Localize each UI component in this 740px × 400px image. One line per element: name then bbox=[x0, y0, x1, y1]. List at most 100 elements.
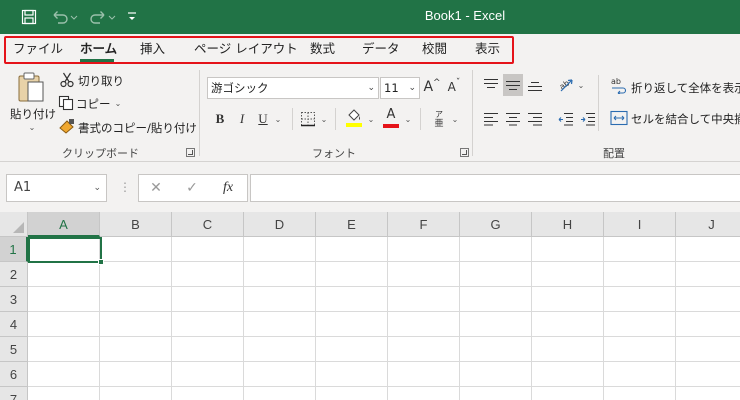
cell-h5[interactable] bbox=[532, 337, 604, 362]
cell-f1[interactable] bbox=[388, 237, 460, 262]
row-header-5[interactable]: 5 bbox=[0, 337, 28, 362]
cell-f6[interactable] bbox=[388, 362, 460, 387]
cell-a7[interactable] bbox=[28, 387, 100, 400]
cell-d2[interactable] bbox=[244, 262, 316, 287]
cut-label[interactable]: 切り取り bbox=[78, 73, 124, 89]
cell-b1[interactable] bbox=[100, 237, 172, 262]
align-center-icon[interactable] bbox=[503, 109, 523, 129]
fill-color-icon[interactable] bbox=[344, 107, 364, 129]
cell-c5[interactable] bbox=[172, 337, 244, 362]
cell-j5[interactable] bbox=[676, 337, 740, 362]
cell-e1[interactable] bbox=[316, 237, 388, 262]
column-header-e[interactable]: E bbox=[316, 212, 388, 237]
increase-indent-icon[interactable] bbox=[578, 109, 598, 129]
bold-button[interactable]: B bbox=[212, 110, 228, 128]
clipboard-launcher-icon[interactable] bbox=[186, 148, 195, 157]
cell-h4[interactable] bbox=[532, 312, 604, 337]
copy-icon[interactable] bbox=[58, 95, 74, 111]
cell-f2[interactable] bbox=[388, 262, 460, 287]
underline-button[interactable]: U bbox=[255, 110, 271, 128]
name-box[interactable]: A1 ⌄ bbox=[6, 174, 107, 202]
cell-h6[interactable] bbox=[532, 362, 604, 387]
tab-view[interactable]: 表示 bbox=[475, 34, 500, 63]
cancel-icon[interactable]: ✕ bbox=[143, 175, 169, 203]
wrap-text-icon[interactable]: ab bbox=[610, 76, 628, 94]
column-header-c[interactable]: C bbox=[172, 212, 244, 237]
phonetic-guide-icon[interactable]: ア 亜 bbox=[430, 108, 448, 130]
orientation-icon[interactable]: ab bbox=[556, 75, 576, 95]
tab-page-layout[interactable]: ページ レイアウト bbox=[194, 34, 298, 63]
format-painter-icon[interactable] bbox=[58, 118, 76, 134]
fill-color-dropdown-icon[interactable]: ⌄ bbox=[366, 112, 376, 126]
format-painter-label[interactable]: 書式のコピー/貼り付け bbox=[78, 120, 197, 136]
cell-c1[interactable] bbox=[172, 237, 244, 262]
cell-b5[interactable] bbox=[100, 337, 172, 362]
column-header-g[interactable]: G bbox=[460, 212, 532, 237]
cell-e6[interactable] bbox=[316, 362, 388, 387]
cell-j7[interactable] bbox=[676, 387, 740, 400]
column-header-d[interactable]: D bbox=[244, 212, 316, 237]
copy-label[interactable]: コピー bbox=[76, 96, 111, 112]
column-header-j[interactable]: J bbox=[676, 212, 740, 237]
column-header-h[interactable]: H bbox=[532, 212, 604, 237]
cell-b2[interactable] bbox=[100, 262, 172, 287]
cut-icon[interactable] bbox=[60, 72, 74, 88]
font-name-select[interactable]: 游ゴシック ⌄ bbox=[207, 77, 379, 99]
merge-center-icon[interactable] bbox=[610, 110, 628, 126]
cell-h3[interactable] bbox=[532, 287, 604, 312]
cell-f4[interactable] bbox=[388, 312, 460, 337]
cell-h7[interactable] bbox=[532, 387, 604, 400]
cell-d6[interactable] bbox=[244, 362, 316, 387]
paste-dropdown-icon[interactable]: ⌄ bbox=[26, 122, 38, 132]
cell-f5[interactable] bbox=[388, 337, 460, 362]
italic-button[interactable]: I bbox=[234, 110, 250, 128]
phonetic-dropdown-icon[interactable]: ⌄ bbox=[450, 112, 460, 126]
borders-icon[interactable] bbox=[299, 110, 317, 128]
decrease-indent-icon[interactable] bbox=[556, 109, 576, 129]
tab-review[interactable]: 校閲 bbox=[422, 34, 447, 63]
insert-function-icon[interactable]: fx bbox=[215, 175, 241, 203]
cell-j3[interactable] bbox=[676, 287, 740, 312]
cell-c7[interactable] bbox=[172, 387, 244, 400]
cell-d3[interactable] bbox=[244, 287, 316, 312]
column-header-a[interactable]: A bbox=[28, 212, 100, 237]
cell-c2[interactable] bbox=[172, 262, 244, 287]
cell-e5[interactable] bbox=[316, 337, 388, 362]
cell-e7[interactable] bbox=[316, 387, 388, 400]
cell-c3[interactable] bbox=[172, 287, 244, 312]
row-header-1[interactable]: 1 bbox=[0, 237, 28, 262]
cell-e3[interactable] bbox=[316, 287, 388, 312]
cell-f3[interactable] bbox=[388, 287, 460, 312]
cell-g3[interactable] bbox=[460, 287, 532, 312]
row-header-3[interactable]: 3 bbox=[0, 287, 28, 312]
font-size-select[interactable]: 11 ⌄ bbox=[380, 77, 420, 99]
cell-i4[interactable] bbox=[604, 312, 676, 337]
cell-j1[interactable] bbox=[676, 237, 740, 262]
row-header-6[interactable]: 6 bbox=[0, 362, 28, 387]
tab-file[interactable]: ファイル bbox=[13, 34, 63, 63]
tab-insert[interactable]: 挿入 bbox=[140, 34, 165, 63]
enter-icon[interactable]: ✓ bbox=[179, 175, 205, 203]
cell-g2[interactable] bbox=[460, 262, 532, 287]
column-header-i[interactable]: I bbox=[604, 212, 676, 237]
underline-dropdown-icon[interactable]: ⌄ bbox=[273, 112, 283, 126]
cell-i2[interactable] bbox=[604, 262, 676, 287]
paste-icon[interactable] bbox=[14, 70, 48, 104]
cell-i5[interactable] bbox=[604, 337, 676, 362]
cell-d1[interactable] bbox=[244, 237, 316, 262]
cell-b3[interactable] bbox=[100, 287, 172, 312]
column-header-f[interactable]: F bbox=[388, 212, 460, 237]
cell-a3[interactable] bbox=[28, 287, 100, 312]
cell-d5[interactable] bbox=[244, 337, 316, 362]
cell-g5[interactable] bbox=[460, 337, 532, 362]
cell-d7[interactable] bbox=[244, 387, 316, 400]
cell-a4[interactable] bbox=[28, 312, 100, 337]
fill-handle[interactable] bbox=[98, 259, 104, 265]
font-color-dropdown-icon[interactable]: ⌄ bbox=[403, 112, 413, 126]
cell-g1[interactable] bbox=[460, 237, 532, 262]
borders-dropdown-icon[interactable]: ⌄ bbox=[319, 112, 329, 126]
cell-b7[interactable] bbox=[100, 387, 172, 400]
wrap-text-label[interactable]: 折り返して全体を表示す bbox=[631, 80, 740, 96]
formula-input[interactable] bbox=[250, 174, 740, 202]
decrease-font-size-button[interactable]: Aˇ bbox=[444, 77, 464, 97]
